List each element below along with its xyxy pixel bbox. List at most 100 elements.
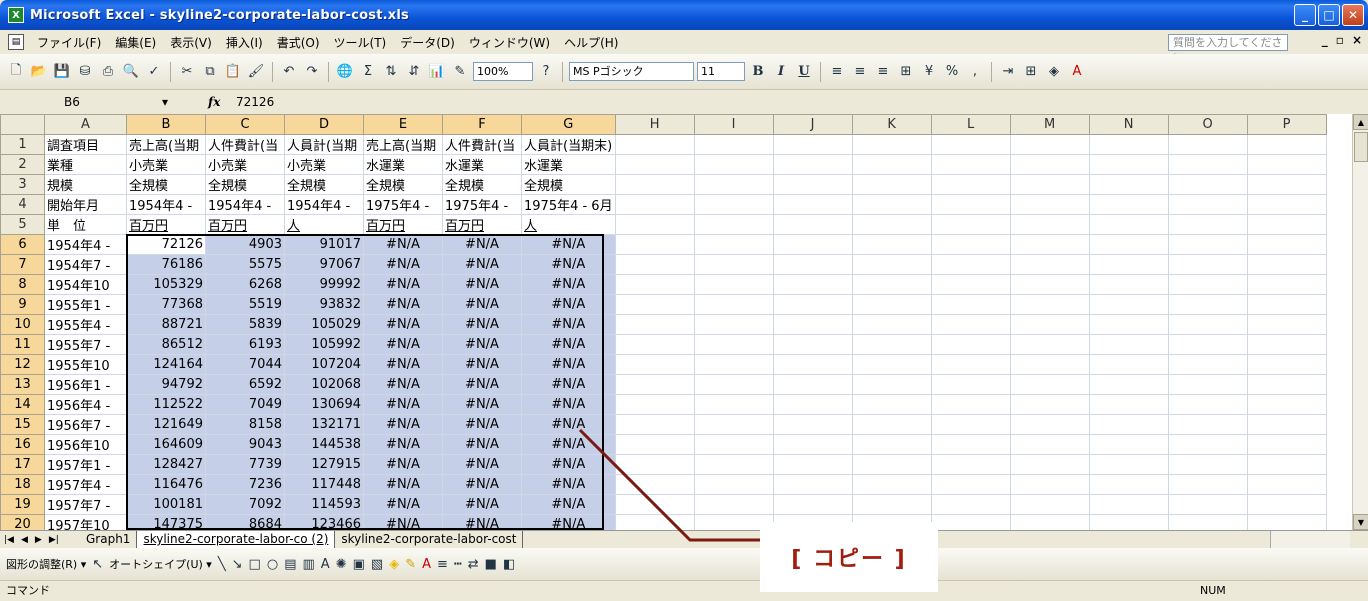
cell[interactable]: [930, 314, 1011, 335]
font-select[interactable]: MS Pゴシック: [569, 62, 694, 81]
cell[interactable]: [1009, 354, 1090, 375]
row-header[interactable]: 18: [0, 474, 45, 495]
cell[interactable]: [930, 334, 1011, 355]
undo-icon[interactable]: ↶: [279, 62, 299, 82]
cell[interactable]: #N/A: [442, 414, 522, 435]
menu-window[interactable]: ウィンドウ(W): [462, 34, 557, 51]
cell[interactable]: [1009, 374, 1090, 395]
cell[interactable]: [851, 414, 932, 435]
cell[interactable]: [772, 454, 853, 475]
cell[interactable]: 4903: [205, 234, 285, 255]
cell[interactable]: 7739: [205, 454, 285, 475]
cell[interactable]: 114593: [284, 494, 364, 515]
cell[interactable]: #N/A: [521, 294, 616, 315]
cell[interactable]: [1167, 374, 1248, 395]
cell[interactable]: [772, 354, 853, 375]
cell[interactable]: #N/A: [521, 514, 616, 530]
cell[interactable]: 124164: [126, 354, 206, 375]
cell[interactable]: 単 位: [44, 214, 127, 235]
cell[interactable]: [772, 414, 853, 435]
cell[interactable]: #N/A: [442, 474, 522, 495]
cell[interactable]: [693, 174, 774, 195]
row-header[interactable]: 8: [0, 274, 45, 295]
cell[interactable]: [1009, 394, 1090, 415]
tab-navigation[interactable]: |◀ ◀ ▶ ▶|: [0, 535, 80, 545]
line-icon[interactable]: ╲: [218, 557, 226, 572]
cell[interactable]: [614, 314, 695, 335]
cell[interactable]: [1088, 374, 1169, 395]
column-header[interactable]: C: [205, 114, 285, 135]
cell[interactable]: [614, 354, 695, 375]
cell[interactable]: 88721: [126, 314, 206, 335]
cell[interactable]: [614, 274, 695, 295]
cell[interactable]: 1956年4 -: [44, 394, 127, 415]
cell[interactable]: [930, 154, 1011, 175]
cell[interactable]: 全規模: [126, 174, 206, 195]
cell[interactable]: [1167, 234, 1248, 255]
row-header[interactable]: 7: [0, 254, 45, 275]
cell[interactable]: [772, 494, 853, 515]
cell[interactable]: 1975年4 -: [363, 194, 443, 215]
chart-wizard-icon[interactable]: 📊: [427, 62, 447, 82]
cell[interactable]: [1167, 174, 1248, 195]
cell[interactable]: #N/A: [521, 454, 616, 475]
cell[interactable]: [851, 174, 932, 195]
cell[interactable]: 人件費計(当: [442, 134, 522, 155]
cell[interactable]: #N/A: [363, 414, 443, 435]
cell[interactable]: [851, 314, 932, 335]
cell[interactable]: [1088, 354, 1169, 375]
cell[interactable]: 1956年7 -: [44, 414, 127, 435]
cell[interactable]: [1246, 194, 1327, 215]
scroll-up-icon[interactable]: ▲: [1353, 114, 1368, 130]
cell[interactable]: #N/A: [442, 274, 522, 295]
cell[interactable]: [1088, 394, 1169, 415]
cell[interactable]: [1088, 294, 1169, 315]
cell[interactable]: [1088, 474, 1169, 495]
cell[interactable]: [693, 434, 774, 455]
cell[interactable]: #N/A: [363, 334, 443, 355]
cell[interactable]: 百万円: [205, 214, 285, 235]
font-color-draw-icon[interactable]: A: [422, 557, 431, 572]
cell[interactable]: [1246, 234, 1327, 255]
cell[interactable]: [851, 234, 932, 255]
cell[interactable]: 132171: [284, 414, 364, 435]
cell[interactable]: [930, 414, 1011, 435]
cell[interactable]: [851, 294, 932, 315]
cell[interactable]: [1246, 214, 1327, 235]
cell[interactable]: 6592: [205, 374, 285, 395]
cell[interactable]: [693, 414, 774, 435]
cell[interactable]: 1954年10: [44, 274, 127, 295]
picture-icon[interactable]: ▧: [371, 557, 383, 572]
cell[interactable]: 人員計(当期末): [521, 134, 616, 155]
cell[interactable]: #N/A: [442, 394, 522, 415]
cell[interactable]: #N/A: [521, 374, 616, 395]
menu-file[interactable]: ファイル(F): [30, 34, 108, 51]
cell[interactable]: 百万円: [126, 214, 206, 235]
row-header[interactable]: 9: [0, 294, 45, 315]
cell[interactable]: [1246, 394, 1327, 415]
cell[interactable]: #N/A: [363, 294, 443, 315]
textbox-icon[interactable]: ▤: [284, 557, 296, 572]
sort-desc-icon[interactable]: ⇵: [404, 62, 424, 82]
cell[interactable]: [1009, 454, 1090, 475]
cell[interactable]: [1167, 194, 1248, 215]
cell[interactable]: [614, 334, 695, 355]
menu-view[interactable]: 表示(V): [163, 34, 219, 51]
cut-icon[interactable]: ✂: [177, 62, 197, 82]
cell[interactable]: 1954年4 -: [205, 194, 285, 215]
cell[interactable]: [1167, 354, 1248, 375]
row-header[interactable]: 10: [0, 314, 45, 335]
cell[interactable]: #N/A: [442, 354, 522, 375]
new-icon[interactable]: 🗋: [6, 62, 26, 82]
cell[interactable]: 77368: [126, 294, 206, 315]
cell[interactable]: [1088, 234, 1169, 255]
cell[interactable]: [1246, 174, 1327, 195]
cell[interactable]: #N/A: [521, 434, 616, 455]
cell[interactable]: [614, 294, 695, 315]
italic-button[interactable]: I: [771, 62, 791, 82]
cell[interactable]: [772, 274, 853, 295]
formula-input[interactable]: 72126: [236, 95, 274, 109]
autosum-icon[interactable]: Σ: [358, 62, 378, 82]
column-header[interactable]: N: [1088, 114, 1169, 135]
comma-icon[interactable]: ,: [965, 62, 985, 82]
